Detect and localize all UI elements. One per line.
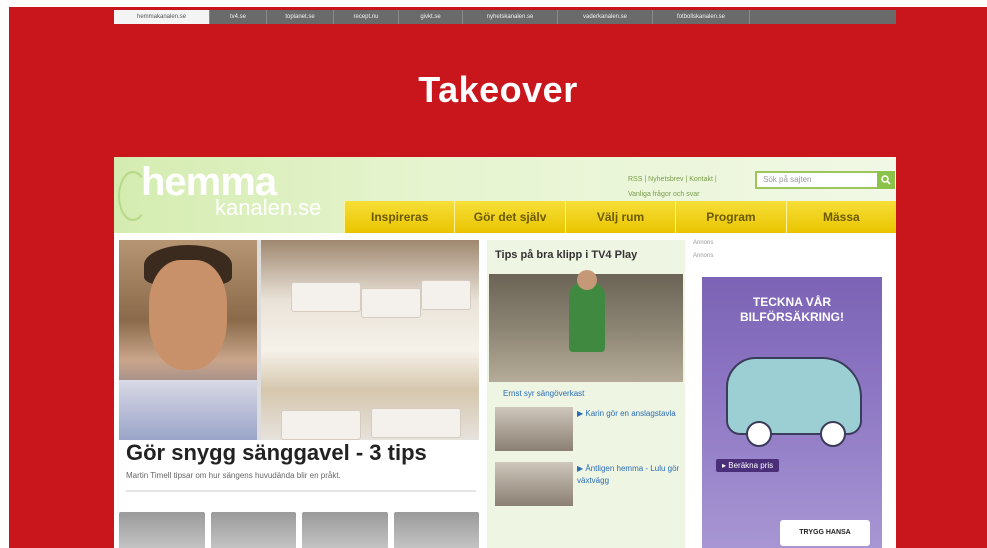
hero-image[interactable]	[119, 240, 479, 440]
network-tab-fotbollskanalen[interactable]: fotbollskanalen.se	[653, 10, 750, 24]
thumbnail[interactable]	[210, 512, 296, 548]
insurance-ad[interactable]: TECKNA VÅR BILFÖRSÄKRING! ▸ Beräkna pris…	[702, 277, 882, 548]
thumbnail[interactable]	[393, 512, 479, 548]
nav-valj-rum[interactable]: Välj rum	[564, 201, 675, 233]
car-illustration	[726, 357, 862, 447]
video-player[interactable]	[489, 270, 683, 382]
divider	[126, 490, 476, 492]
play-arrow-icon: ▶	[577, 464, 584, 473]
ad-headline-line2: BILFÖRSÄKRING!	[740, 310, 844, 324]
search-icon	[881, 175, 891, 185]
thumbnail[interactable]	[119, 512, 205, 548]
network-tab-hemmakanalen[interactable]: hemmakanalen.se	[114, 10, 210, 24]
network-tab-nyhetskanalen[interactable]: nyhetskanalen.se	[463, 10, 558, 24]
video-caption-link[interactable]: Ernst syr sängöverkast	[503, 389, 584, 398]
video-person	[569, 282, 605, 352]
takeover-banner-text: Takeover	[418, 69, 578, 110]
tv4-play-box: Tips på bra klipp i TV4 Play Ernst syr s…	[487, 240, 685, 548]
top-links[interactable]: RSS | Nyhetsbrev | Kontakt |	[628, 176, 717, 183]
search-button[interactable]	[877, 171, 895, 189]
clip-link[interactable]: ▶ Karin gör en anslagstavla	[577, 408, 687, 420]
website-panel: hemma kanalen.se RSS | Nyhetsbrev | Kont…	[114, 157, 896, 548]
video-person-head	[577, 270, 597, 290]
hero-face	[149, 260, 227, 370]
network-tab-toplanet[interactable]: toplanet.se	[267, 10, 334, 24]
calculate-price-button[interactable]: ▸ Beräkna pris	[716, 459, 780, 472]
clip-title[interactable]: Karin gör en anslagstavla	[585, 409, 675, 418]
ad-headline: TECKNA VÅR BILFÖRSÄKRING!	[702, 295, 882, 325]
pillow	[291, 282, 361, 312]
main-nav: Inspireras Gör det själv Välj rum Progra…	[344, 201, 896, 233]
pillow	[361, 288, 421, 318]
clip-link[interactable]: ▶ Äntligen hemma - Lulu gör växtvägg	[577, 463, 687, 487]
play-arrow-icon: ▶	[577, 409, 584, 418]
pillow	[281, 410, 361, 440]
nav-program[interactable]: Program	[675, 201, 785, 233]
faq-link[interactable]: Vanliga frågor och svar	[628, 191, 699, 198]
clip-thumbnail[interactable]	[495, 462, 573, 506]
network-tab-vaderkanalen[interactable]: vaderkanalen.se	[558, 10, 653, 24]
thumbnail-row	[119, 512, 479, 548]
clip-thumbnail[interactable]	[495, 407, 573, 451]
ad-label: Annons	[693, 253, 714, 259]
pillow	[371, 408, 461, 438]
takeover-frame: hemmakanalen.se tv4.se toplanet.se recep…	[9, 7, 987, 548]
network-tab-recept[interactable]: recept.nu	[334, 10, 399, 24]
car-wheel	[820, 421, 846, 447]
search-input[interactable]: Sök på sajten	[763, 175, 873, 184]
nav-inspireras[interactable]: Inspireras	[344, 201, 454, 233]
hero-headline[interactable]: Gör snygg sänggavel - 3 tips	[126, 440, 427, 466]
tv4-play-title: Tips på bra klipp i TV4 Play	[495, 249, 638, 261]
clip-title[interactable]: Äntligen hemma - Lulu gör växtvägg	[577, 464, 679, 485]
car-wheel	[746, 421, 772, 447]
nav-gor-det-sjalv[interactable]: Gör det själv	[454, 201, 564, 233]
nav-massa[interactable]: Mässa	[785, 201, 896, 233]
network-tab-tv4[interactable]: tv4.se	[210, 10, 267, 24]
site-header: hemma kanalen.se RSS | Nyhetsbrev | Kont…	[114, 157, 896, 233]
ad-button-label: Beräkna pris	[728, 461, 774, 470]
brand-logo: TRYGG HANSA	[780, 520, 870, 546]
hero-portrait	[119, 240, 257, 440]
thumbnail[interactable]	[302, 512, 388, 548]
ad-label: Annons	[693, 240, 714, 246]
network-tab-empty	[750, 10, 896, 24]
site-logo-subtitle[interactable]: kanalen.se	[215, 195, 321, 221]
hero-shirt	[119, 380, 257, 440]
network-tab-givkt[interactable]: givkt.se	[399, 10, 463, 24]
ad-headline-line1: TECKNA VÅR	[752, 295, 832, 309]
hero-description: Martin Timell tipsar om hur sängens huvu…	[126, 471, 341, 480]
search-box: Sök på sajten	[755, 171, 895, 189]
hero-bedroom-photo	[261, 240, 479, 440]
network-bar: hemmakanalen.se tv4.se toplanet.se recep…	[114, 10, 896, 24]
pillow	[421, 280, 471, 310]
